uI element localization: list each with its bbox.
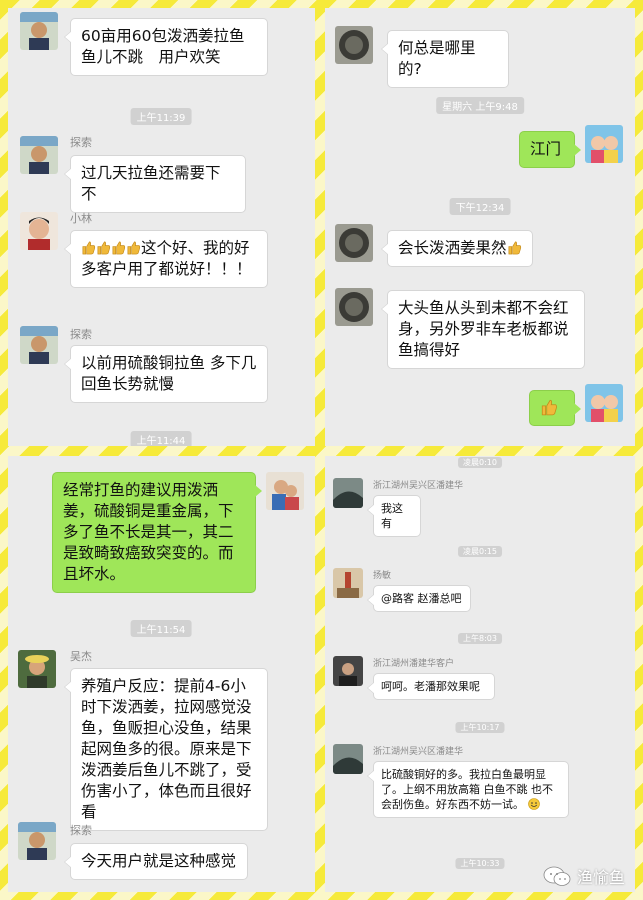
message-text: 呵呵。老潘那效果呢 (381, 680, 480, 693)
message-text: 以前用硫酸铜拉鱼 多下几回鱼长势就慢 (81, 354, 257, 393)
message-text: 江门 (530, 140, 562, 158)
message-text: 过几天拉鱼还需要下不 (81, 164, 221, 203)
message-text: 养殖户反应：提前4-6小时下泼洒姜，拉网感觉没鱼，鱼贩担心没鱼，结果起网鱼多的很… (81, 677, 252, 821)
avatar[interactable] (335, 288, 373, 326)
thumbs-up-icon (540, 398, 558, 416)
thumbs-up-icon (126, 240, 141, 255)
sender-name: 探索 (70, 136, 92, 149)
message-bubble[interactable]: 这个好、我的好多客户用了都说好！！！ (64, 230, 268, 288)
message-bubble[interactable]: 我这有 (367, 495, 421, 537)
message-bubble[interactable]: @路客 赵潘总吧 (367, 585, 471, 612)
message-text: 我这有 (381, 502, 403, 530)
avatar[interactable] (335, 26, 373, 64)
message-bubble[interactable]: 大头鱼从头到未都不会红身，另外罗非车老板都说鱼搞得好 (381, 290, 585, 369)
chat-screenshot-3: 经常打鱼的建议用泼洒姜，硫酸铜是重金属，下多了鱼不长是其一，其二是致畸致癌致突变… (8, 456, 315, 892)
avatar[interactable] (20, 212, 58, 250)
watermark: 渔愉鱼 (543, 864, 625, 888)
timestamp: 凌晨0:15 (458, 546, 502, 557)
message-bubble[interactable]: 何总是哪里的? (381, 30, 509, 88)
avatar[interactable] (20, 326, 58, 364)
avatar[interactable] (335, 224, 373, 262)
message-bubble[interactable]: 60亩用60包泼洒姜拉鱼鱼儿不跳 用户欢笑 (64, 18, 268, 76)
message-bubble[interactable]: 呵呵。老潘那效果呢 (367, 673, 495, 700)
message-bubble-sent[interactable]: 江门 (519, 131, 581, 168)
message-text: 何总是哪里的? (398, 39, 476, 78)
sender-name: 浙江湖州吴兴区潘建华 (373, 747, 464, 757)
message-bubble-sent[interactable] (529, 390, 581, 426)
avatar[interactable] (20, 12, 58, 50)
avatar[interactable] (333, 478, 363, 508)
timestamp: 上午10:33 (455, 858, 505, 869)
message-bubble[interactable]: 以前用硫酸铜拉鱼 多下几回鱼长势就慢 (64, 345, 268, 403)
message-text: 经常打鱼的建议用泼洒姜，硫酸铜是重金属，下多了鱼不长是其一，其二是致畸致癌致突变… (63, 481, 234, 583)
timestamp: 上午8:03 (458, 633, 502, 644)
timestamp: 凌晨0:10 (458, 457, 502, 468)
sender-name: 探索 (70, 824, 92, 837)
thumbs-up-icon (81, 240, 96, 255)
avatar[interactable] (266, 472, 304, 510)
avatar[interactable] (333, 568, 363, 598)
timestamp: 上午11:54 (130, 620, 192, 637)
sender-name: 吴杰 (70, 650, 92, 663)
message-bubble[interactable]: 养殖户反应：提前4-6小时下泼洒姜，拉网感觉没鱼，鱼贩担心没鱼，结果起网鱼多的很… (64, 668, 268, 831)
thumbs-up-icon (96, 240, 111, 255)
sender-name: 探索 (70, 328, 92, 341)
message-bubble[interactable]: 过几天拉鱼还需要下不 (64, 155, 246, 213)
watermark-text: 渔愉鱼 (576, 868, 625, 887)
sender-name: 扬敏 (373, 571, 392, 581)
timestamp: 上午11:44 (130, 431, 192, 446)
message-bubble-sent[interactable]: 经常打鱼的建议用泼洒姜，硫酸铜是重金属，下多了鱼不长是其一，其二是致畸致癌致突变… (52, 472, 262, 593)
message-bubble[interactable]: 会长泼洒姜果然 (381, 230, 533, 267)
message-text: 大头鱼从头到未都不会红身，另外罗非车老板都说鱼搞得好 (398, 299, 569, 359)
message-bubble[interactable]: 今天用户就是这种感觉 (64, 843, 248, 880)
smile-emoji-icon (527, 798, 540, 810)
avatar[interactable] (18, 822, 56, 860)
avatar[interactable] (585, 384, 623, 422)
avatar[interactable] (333, 656, 363, 686)
message-bubble[interactable]: 比硫酸铜好的多。我拉白鱼最明显了。上纲不用放高箱 白鱼不跳 也不会刮伤鱼。好东西… (367, 761, 569, 818)
sender-name: 小林 (70, 212, 92, 225)
thumbs-up-icon (507, 240, 522, 255)
chat-screenshot-2: 何总是哪里的? 星期六 上午9:48 江门 下午12:34 会长泼洒姜果然 大头… (325, 8, 635, 446)
avatar[interactable] (333, 744, 363, 774)
message-text: 60亩用60包泼洒姜拉鱼鱼儿不跳 用户欢笑 (81, 27, 245, 66)
message-text: 会长泼洒姜果然 (398, 239, 507, 257)
timestamp: 星期六 上午9:48 (436, 97, 524, 114)
avatar[interactable] (20, 136, 58, 174)
avatar[interactable] (18, 650, 56, 688)
thumbs-up-icon (111, 240, 126, 255)
sender-name: 浙江湖州潘建华客户 (373, 659, 455, 669)
chat-screenshot-4: 凌晨0:10 浙江湖州吴兴区潘建华 我这有 凌晨0:15 扬敏 @路客 赵潘总吧… (325, 456, 635, 892)
avatar[interactable] (585, 125, 623, 163)
message-text: 今天用户就是这种感觉 (81, 852, 237, 870)
timestamp: 上午11:39 (130, 108, 192, 125)
sender-name: 浙江湖州吴兴区潘建华 (373, 481, 464, 491)
message-text: @路客 赵潘总吧 (381, 592, 462, 605)
timestamp: 上午10:17 (455, 722, 505, 733)
chat-screenshot-1: 60亩用60包泼洒姜拉鱼鱼儿不跳 用户欢笑 上午11:39 探索 过几天拉鱼还需… (8, 8, 315, 446)
timestamp: 下午12:34 (449, 198, 511, 215)
watermark-logo-icon (543, 866, 571, 886)
